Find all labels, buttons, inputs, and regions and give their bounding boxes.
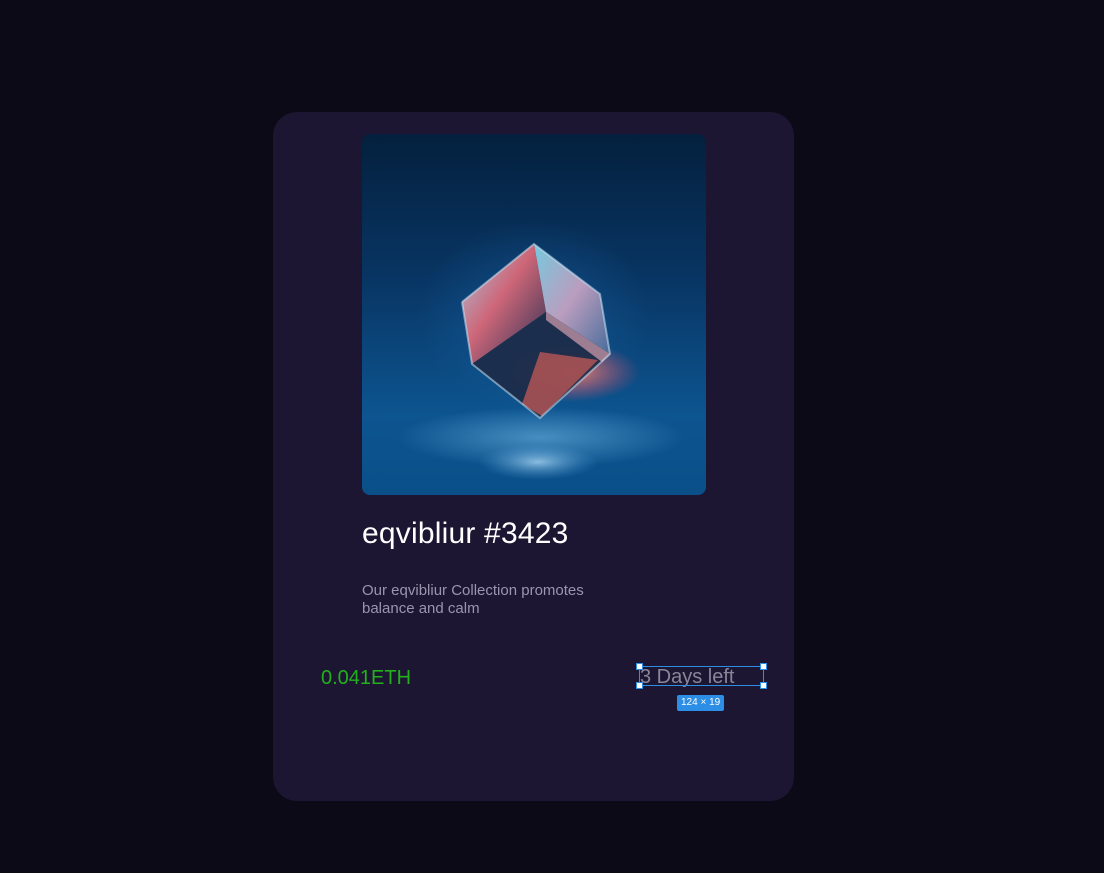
- resize-handle-bottom-right[interactable]: [760, 682, 767, 689]
- glass-cube-icon: [461, 242, 640, 480]
- resize-handle-top-right[interactable]: [760, 663, 767, 670]
- resize-handle-top-left[interactable]: [636, 663, 643, 670]
- selection-size-badge: 124 × 19: [677, 695, 725, 711]
- nft-price: 0.041ETH: [321, 667, 412, 689]
- resize-handle-bottom-left[interactable]: [636, 682, 643, 689]
- canvas: eqvibliur #3423 Our eqvibliur Collection…: [0, 0, 1104, 873]
- selection-bounding-box[interactable]: [636, 663, 767, 689]
- nft-description: Our eqvibliur Collection promotes balanc…: [362, 582, 584, 617]
- nft-artwork-image[interactable]: [362, 134, 706, 495]
- nft-title: eqvibliur #3423: [362, 517, 569, 550]
